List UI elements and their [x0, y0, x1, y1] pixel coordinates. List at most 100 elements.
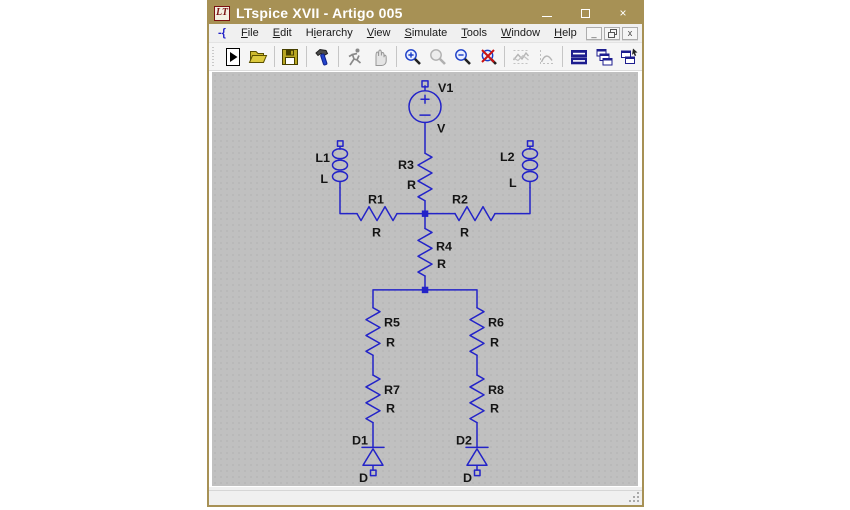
menu-file[interactable]: File — [234, 25, 266, 41]
toolbar-separator — [396, 46, 397, 67]
label-R4-value[interactable]: R — [437, 257, 446, 271]
open-button[interactable] — [245, 44, 270, 69]
label-R4-name[interactable]: R4 — [436, 239, 452, 253]
label-R2-value[interactable]: R — [460, 225, 469, 239]
menu-view[interactable]: View — [360, 25, 398, 41]
select-window-button[interactable] — [617, 44, 642, 69]
label-R5-value[interactable]: R — [386, 335, 395, 349]
toolbar-separator — [306, 46, 307, 67]
cascade-windows-icon — [594, 47, 614, 67]
plot-settings-button[interactable] — [534, 44, 559, 69]
toolbar-separator — [504, 46, 505, 67]
menu-bar: -{ File Edit Hierarchy View Simulate Too… — [209, 24, 642, 43]
component-R4[interactable] — [418, 228, 432, 276]
autorange-button[interactable] — [508, 44, 533, 69]
component-R6[interactable] — [470, 308, 484, 356]
menu-help[interactable]: Help — [547, 25, 584, 41]
zoom-back-icon — [428, 47, 448, 67]
run-icon — [223, 47, 243, 67]
ltspice-logo-icon: LT — [214, 6, 230, 21]
save-button[interactable] — [278, 44, 303, 69]
ltspice-window: LT LTspice XVII - Artigo 005 × -{ File E… — [207, 0, 644, 507]
label-V1-name[interactable]: V1 — [438, 81, 453, 95]
canvas-wrap: V1 V L1 L L2 L R3 R R1 R R2 R R4 R R5 R — [209, 71, 642, 487]
open-folder-icon — [248, 47, 268, 67]
label-R2-name[interactable]: R2 — [452, 193, 468, 207]
zoom-out-button[interactable] — [451, 44, 476, 69]
label-L2-name[interactable]: L2 — [500, 150, 515, 164]
component-L2[interactable] — [523, 141, 538, 188]
label-R6-name[interactable]: R6 — [488, 316, 504, 330]
maximize-icon — [581, 9, 590, 18]
label-R6-value[interactable]: R — [490, 335, 499, 349]
tile-windows-icon — [569, 47, 589, 67]
component-R2[interactable] — [455, 207, 495, 221]
component-R1[interactable] — [357, 207, 397, 221]
mdi-restore-button[interactable] — [604, 27, 620, 40]
component-R3[interactable] — [418, 153, 432, 201]
junction-node — [422, 287, 429, 293]
label-L1-value[interactable]: L — [320, 172, 328, 186]
label-R3-name[interactable]: R3 — [398, 158, 414, 172]
restore-icon — [608, 29, 617, 38]
mdi-minimize-button[interactable]: _ — [586, 27, 602, 40]
hand-icon — [370, 47, 390, 67]
menu-tools[interactable]: Tools — [454, 25, 494, 41]
zoom-back-button[interactable] — [425, 44, 450, 69]
schematic-doc-icon: -{ — [214, 26, 230, 40]
toolbar-separator — [562, 46, 563, 67]
running-man-icon — [345, 47, 365, 67]
label-D1-value[interactable]: D — [359, 471, 368, 485]
label-R1-name[interactable]: R1 — [368, 193, 384, 207]
close-button[interactable]: × — [604, 2, 642, 24]
label-R7-value[interactable]: R — [386, 402, 395, 416]
junction-node — [422, 210, 429, 216]
minimize-icon — [542, 16, 552, 17]
label-R5-name[interactable]: R5 — [384, 316, 400, 330]
minimize-button[interactable] — [528, 2, 566, 24]
label-D2-name[interactable]: D2 — [456, 433, 472, 447]
component-V1[interactable] — [409, 81, 441, 123]
label-L1-name[interactable]: L1 — [315, 151, 330, 165]
cascade-windows-button[interactable] — [591, 44, 616, 69]
close-icon: × — [619, 6, 626, 20]
status-bar — [209, 490, 642, 505]
resize-grip[interactable] — [637, 500, 639, 502]
label-D2-value[interactable]: D — [463, 471, 472, 485]
toolbar — [209, 43, 642, 71]
run-button[interactable] — [220, 44, 245, 69]
schematic-canvas[interactable]: V1 V L1 L L2 L R3 R R1 R R2 R R4 R R5 R — [212, 72, 638, 486]
label-R7-name[interactable]: R7 — [384, 383, 400, 397]
toolbar-grip[interactable] — [212, 47, 217, 67]
halt-button[interactable] — [342, 44, 367, 69]
label-L2-value[interactable]: L — [509, 176, 517, 190]
menu-window[interactable]: Window — [494, 25, 547, 41]
component-R7[interactable] — [366, 375, 380, 423]
menu-edit[interactable]: Edit — [266, 25, 299, 41]
zoom-full-extents-button[interactable] — [476, 44, 501, 69]
select-window-icon — [619, 47, 639, 67]
toolbar-separator — [338, 46, 339, 67]
label-V1-value[interactable]: V — [437, 121, 446, 135]
menu-simulate[interactable]: Simulate — [397, 25, 454, 41]
menu-hierarchy[interactable]: Hierarchy — [299, 25, 360, 41]
zoom-full-extents-icon — [479, 47, 499, 67]
maximize-button[interactable] — [566, 2, 604, 24]
mdi-close-button[interactable]: x — [622, 27, 638, 40]
title-bar[interactable]: LT LTspice XVII - Artigo 005 × — [209, 2, 642, 24]
label-R8-value[interactable]: R — [490, 402, 499, 416]
pan-button[interactable] — [368, 44, 393, 69]
component-R5[interactable] — [366, 308, 380, 356]
plot-settings-icon — [536, 47, 556, 67]
tile-windows-button[interactable] — [566, 44, 591, 69]
label-R8-name[interactable]: R8 — [488, 383, 504, 397]
component-L1[interactable] — [333, 141, 348, 188]
autorange-icon — [511, 47, 531, 67]
control-panel-button[interactable] — [310, 44, 335, 69]
label-D1-name[interactable]: D1 — [352, 433, 368, 447]
label-R1-value[interactable]: R — [372, 225, 381, 239]
component-R8[interactable] — [470, 375, 484, 423]
label-R3-value[interactable]: R — [407, 178, 416, 192]
zoom-in-button[interactable] — [400, 44, 425, 69]
zoom-in-icon — [403, 47, 423, 67]
